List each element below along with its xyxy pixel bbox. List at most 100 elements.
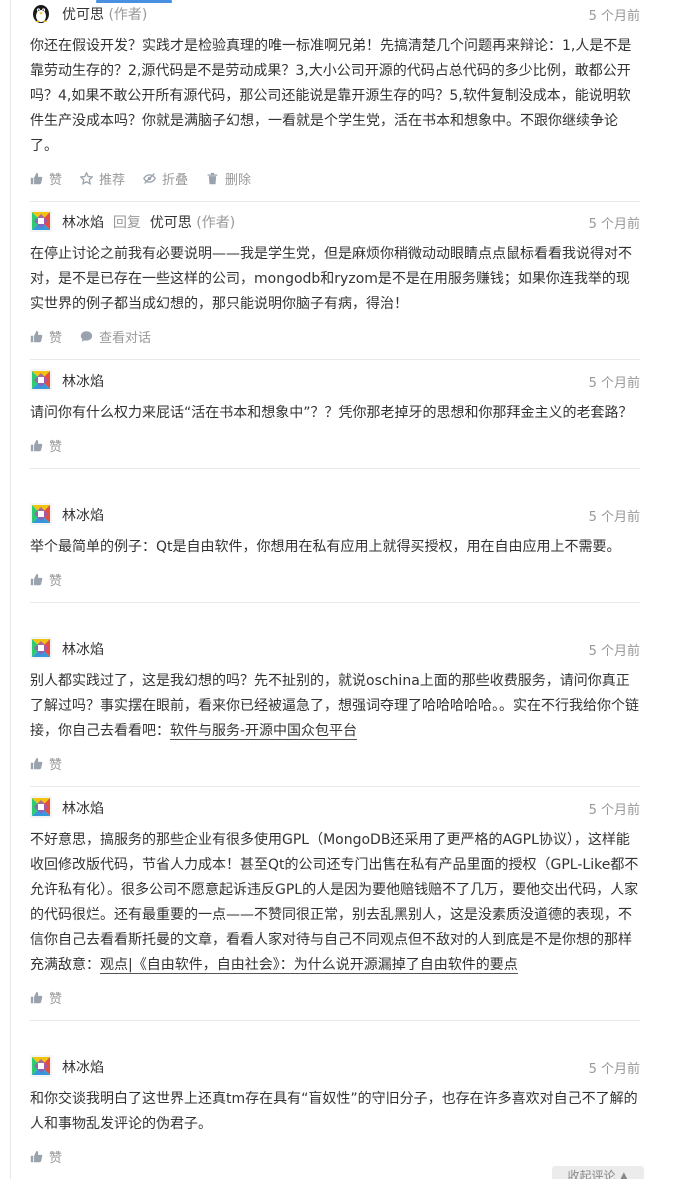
comment-link[interactable]: 软件与服务-开源中国众包平台: [170, 723, 358, 740]
comment-text: 在停止讨论之前我有必要说明——我是学生党，但是麻烦你稍微动动眼睛点点鼠标看看我说…: [30, 246, 632, 312]
reply-to-name[interactable]: 优可思: [150, 215, 192, 231]
comment-item: 优可思 (作者) 5 个月前 你还在假设开发？实践才是检验真理的唯一标准啊兄弟！…: [30, 0, 640, 202]
author-name[interactable]: 林冰焰: [62, 1057, 104, 1077]
author-name[interactable]: 林冰焰: [62, 371, 104, 391]
fold-button[interactable]: 折叠: [143, 169, 188, 188]
like-button[interactable]: 赞: [30, 1147, 62, 1166]
view-conversation-button[interactable]: 查看对话: [80, 327, 151, 346]
avatar[interactable]: [30, 1055, 52, 1077]
like-label: 赞: [49, 1150, 63, 1166]
thumbs-up-icon: [30, 757, 43, 770]
comment-link[interactable]: 观点|《自由软件，自由社会》：为什么说开源漏掉了自由软件的要点: [100, 957, 518, 974]
comment-actions: 赞 推荐 折叠 删除: [30, 167, 640, 189]
avatar[interactable]: [30, 503, 52, 525]
thumbs-up-icon: [30, 991, 43, 1004]
comment-text: 不好意思，搞服务的那些企业有很多使用GPL（MongoDB还采用了更严格的AGP…: [30, 828, 640, 978]
comment-actions: 赞 查看对话: [30, 325, 640, 347]
thumbs-up-icon: [30, 172, 43, 185]
avatar[interactable]: [30, 796, 52, 818]
thumbs-up-icon: [30, 1150, 43, 1163]
comment-text: 举个最简单的例子：Qt是自由软件，你想用在私有应用上就得买授权，用在自由应用上不…: [30, 539, 621, 555]
recommend-label: 推荐: [99, 172, 126, 188]
colorful-avatar-icon: [30, 210, 52, 232]
comment-time: 5 个月前: [588, 376, 640, 391]
comment-actions: 赞: [30, 986, 640, 1008]
colorful-avatar-icon: [30, 637, 52, 659]
thumbs-up-icon: [30, 439, 43, 452]
comment-time: 5 个月前: [588, 1062, 640, 1077]
reply-word: 回复: [112, 215, 141, 231]
comment-header: 优可思 (作者) 5 个月前: [30, 2, 640, 26]
author-name[interactable]: 优可思: [62, 7, 104, 23]
delete-label: 删除: [225, 172, 252, 188]
like-button[interactable]: 赞: [30, 570, 62, 589]
comment-item: 林冰焰 5 个月前 不好意思，搞服务的那些企业有很多使用GPL（MongoDB还…: [30, 794, 640, 1021]
comment-header: 林冰焰 5 个月前: [30, 637, 640, 661]
colorful-avatar-icon: [30, 796, 52, 818]
comment-header: 林冰焰 回复 优可思 (作者) 5 个月前: [30, 210, 640, 234]
author: 林冰焰 回复 优可思 (作者): [62, 212, 235, 232]
like-button[interactable]: 赞: [30, 169, 62, 188]
like-label: 赞: [49, 757, 63, 773]
collapse-comments-button[interactable]: 收起评论 ▲: [552, 1166, 644, 1179]
trash-icon: [206, 172, 219, 185]
comment-header: 林冰焰 5 个月前: [30, 369, 640, 393]
avatar[interactable]: [30, 369, 52, 391]
colorful-avatar-icon: [30, 369, 52, 391]
like-button[interactable]: 赞: [30, 327, 62, 346]
like-label: 赞: [49, 573, 63, 589]
comment-header: 林冰焰 5 个月前: [30, 796, 640, 820]
comment-time: 5 个月前: [588, 510, 640, 525]
comment-body: 不好意思，搞服务的那些企业有很多使用GPL（MongoDB还采用了更严格的AGP…: [30, 832, 639, 973]
colorful-avatar-icon: [30, 1055, 52, 1077]
thumbs-up-icon: [30, 573, 43, 586]
left-divider: [10, 0, 11, 1179]
author-name[interactable]: 林冰焰: [62, 215, 104, 231]
author-name[interactable]: 林冰焰: [62, 798, 104, 818]
avatar[interactable]: [30, 2, 52, 24]
like-label: 赞: [49, 172, 63, 188]
comment-time: 5 个月前: [588, 803, 640, 818]
comment-item: 林冰焰 5 个月前 举个最简单的例子：Qt是自由软件，你想用在私有应用上就得买授…: [30, 501, 640, 603]
penguin-avatar-icon: [30, 2, 52, 24]
delete-button[interactable]: 删除: [206, 169, 251, 188]
comment-item: 林冰焰 回复 优可思 (作者) 5 个月前 在停止讨论之前我有必要说明——我是学…: [30, 208, 640, 360]
comment-item: 林冰焰 5 个月前 请问你有什么权力来屁话“活在书本和想象中”？？凭你那老掉牙的…: [30, 367, 640, 469]
author-tag: (作者): [108, 7, 148, 23]
avatar[interactable]: [30, 637, 52, 659]
fold-label: 折叠: [162, 172, 189, 188]
avatar[interactable]: [30, 210, 52, 232]
comment-actions: 赞: [30, 1145, 640, 1167]
comment-text: 和你交谈我明白了这世界上还真tm存在具有“盲奴性”的守旧分子，也存在许多喜欢对自…: [30, 1091, 638, 1132]
comment-actions: 赞: [30, 568, 640, 590]
comment-header: 林冰焰 5 个月前: [30, 1055, 640, 1079]
author-name[interactable]: 林冰焰: [62, 505, 104, 525]
colorful-avatar-icon: [30, 503, 52, 525]
comment-time: 5 个月前: [588, 9, 640, 24]
comment-actions: 赞: [30, 434, 640, 456]
like-button[interactable]: 赞: [30, 436, 62, 455]
thumbs-up-icon: [30, 330, 43, 343]
comment-header: 林冰焰 5 个月前: [30, 503, 640, 527]
comment-time: 5 个月前: [588, 644, 640, 659]
like-label: 赞: [49, 991, 63, 1007]
view-conversation-label: 查看对话: [99, 330, 152, 346]
like-label: 赞: [49, 439, 63, 455]
comments-panel: 优可思 (作者) 5 个月前 你还在假设开发？实践才是检验真理的唯一标准啊兄弟！…: [0, 0, 673, 1179]
like-label: 赞: [49, 330, 63, 346]
like-button[interactable]: 赞: [30, 988, 62, 1007]
comment-item: 林冰焰 5 个月前 别人都实践过了，这是我幻想的吗？先不扯别的，就说oschin…: [30, 635, 640, 787]
star-icon: [80, 172, 93, 185]
comment-item: 林冰焰 5 个月前 和你交谈我明白了这世界上还真tm存在具有“盲奴性”的守旧分子…: [30, 1053, 640, 1179]
eye-slash-icon: [143, 172, 156, 185]
comment-text: 请问你有什么权力来屁话“活在书本和想象中”？？凭你那老掉牙的思想和你那拜金主义的…: [30, 405, 633, 421]
comment-time: 5 个月前: [588, 217, 640, 232]
comment-actions: 赞: [30, 752, 640, 774]
author-name[interactable]: 林冰焰: [62, 639, 104, 659]
like-button[interactable]: 赞: [30, 754, 62, 773]
author: 优可思 (作者): [62, 4, 147, 24]
recommend-button[interactable]: 推荐: [80, 169, 125, 188]
comment-text: 你还在假设开发？实践才是检验真理的唯一标准啊兄弟！先搞清楚几个问题再来辩论：1,…: [30, 38, 632, 154]
reply-to-tag: (作者): [196, 215, 236, 231]
chat-bubble-icon: [80, 330, 93, 343]
